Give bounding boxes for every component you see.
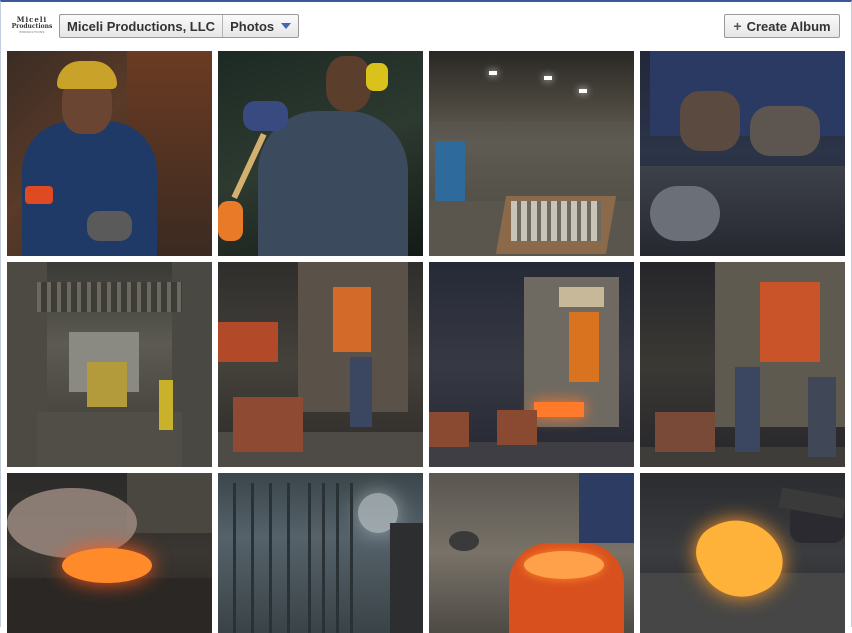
photo-thumbnail-7[interactable]	[429, 262, 634, 467]
photo-thumbnail-12[interactable]	[640, 473, 845, 633]
photo-grid	[7, 51, 845, 633]
photo-thumbnail-6[interactable]	[218, 262, 423, 467]
logo-line-3: PRODUCTIONS	[19, 30, 45, 34]
chevron-down-icon	[281, 23, 292, 29]
photo-thumbnail-1[interactable]	[7, 51, 212, 256]
photos-dropdown-label: Photos	[230, 18, 275, 34]
photo-thumbnail-2[interactable]	[218, 51, 423, 256]
page-frame: Miceli Productions PRODUCTIONS Miceli Pr…	[0, 0, 852, 633]
page-logo[interactable]: Miceli Productions PRODUCTIONS	[12, 15, 53, 34]
breadcrumb-page-name: Miceli Productions, LLC	[67, 18, 216, 34]
breadcrumb: Miceli Productions, LLC Photos	[59, 14, 300, 38]
photo-thumbnail-4[interactable]	[640, 51, 845, 256]
photo-thumbnail-5[interactable]	[7, 262, 212, 467]
photo-thumbnail-11[interactable]	[429, 473, 634, 633]
photo-thumbnail-3[interactable]	[429, 51, 634, 256]
create-album-label: Create Album	[746, 18, 831, 34]
create-album-button[interactable]: + Create Album	[724, 14, 840, 38]
breadcrumb-page-link[interactable]: Miceli Productions, LLC	[60, 15, 222, 37]
album-header: Miceli Productions PRODUCTIONS Miceli Pr…	[1, 2, 851, 48]
photo-thumbnail-10[interactable]	[218, 473, 423, 633]
plus-icon: +	[733, 18, 742, 34]
photo-thumbnail-9[interactable]	[7, 473, 212, 633]
photos-dropdown[interactable]: Photos	[223, 15, 298, 37]
logo-line-1: Miceli	[16, 15, 48, 24]
photo-thumbnail-8[interactable]	[640, 262, 845, 467]
